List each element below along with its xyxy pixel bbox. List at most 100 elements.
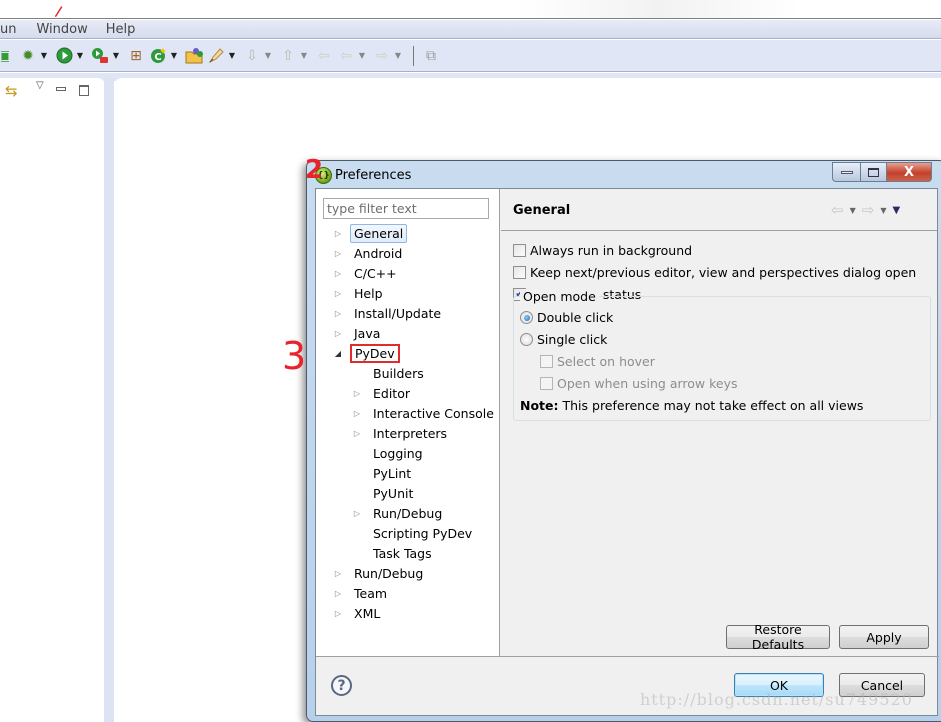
minimize-button[interactable] bbox=[832, 162, 860, 182]
always-run-background-checkbox[interactable] bbox=[513, 244, 526, 257]
tree-item[interactable]: ▷ Help bbox=[332, 283, 387, 303]
tree-item[interactable]: ▷ Install/Update bbox=[332, 303, 445, 323]
tree-item[interactable]: ▷ Team bbox=[332, 583, 391, 603]
expand-arrow-icon[interactable]: ▷ bbox=[351, 509, 363, 518]
restore-defaults-button[interactable]: Restore Defaults bbox=[726, 622, 830, 652]
tree-item-label: Run/Debug bbox=[354, 565, 424, 581]
search-dropdown[interactable]: ▼ bbox=[227, 46, 237, 66]
new-class-dropdown[interactable]: ▼ bbox=[169, 46, 179, 66]
tree-item[interactable]: ▷ Interpreters bbox=[351, 423, 451, 443]
expand-arrow-icon[interactable]: ▷ bbox=[332, 569, 344, 578]
page-title: General bbox=[513, 203, 571, 218]
tree-item[interactable]: ▷ Editor bbox=[351, 383, 414, 403]
menu-help[interactable]: Help bbox=[98, 22, 144, 37]
expand-arrow-icon[interactable]: ▷ bbox=[332, 289, 344, 298]
apply-button[interactable]: Apply bbox=[839, 625, 929, 649]
external-tools-icon[interactable] bbox=[90, 46, 110, 66]
new-wizard-icon[interactable]: ▣ bbox=[1, 46, 9, 66]
back-history-dropdown[interactable]: ▼ bbox=[850, 206, 856, 215]
expand-arrow-icon[interactable]: ▷ bbox=[332, 249, 344, 258]
filter-input[interactable] bbox=[323, 198, 489, 219]
maximize-button[interactable] bbox=[860, 162, 886, 182]
tree-item[interactable]: ▷ Run/Debug bbox=[332, 563, 427, 583]
double-click-radio[interactable] bbox=[520, 311, 533, 324]
menu-run[interactable]: un bbox=[0, 22, 24, 37]
maximize-icon[interactable] bbox=[79, 85, 89, 96]
tree-item[interactable]: PyUnit bbox=[351, 483, 417, 503]
expand-arrow-icon[interactable]: ▷ bbox=[332, 269, 344, 278]
run-icon[interactable] bbox=[54, 46, 74, 66]
expand-arrow-icon[interactable]: ▷ bbox=[351, 429, 363, 438]
single-click-option[interactable]: Single click bbox=[520, 332, 607, 347]
keep-dialog-open-option[interactable]: Keep next/previous editor, view and pers… bbox=[513, 265, 916, 280]
view-sash[interactable] bbox=[104, 78, 114, 722]
close-icon: X bbox=[903, 164, 915, 180]
tree-item[interactable]: ◢ PyDev bbox=[332, 343, 400, 363]
back-icon[interactable]: ⇦ bbox=[336, 46, 356, 66]
tree-item-label: Team bbox=[354, 585, 388, 601]
previous-annotation-icon[interactable]: ⇧ bbox=[278, 46, 298, 66]
collapse-arrow-icon[interactable]: ◢ bbox=[332, 349, 344, 358]
tree-item[interactable]: ▷ Android bbox=[332, 243, 406, 263]
debug-icon[interactable]: ✹ bbox=[18, 46, 38, 66]
minimize-icon[interactable] bbox=[56, 87, 66, 91]
next-annotation-dropdown[interactable]: ▼ bbox=[263, 46, 273, 66]
open-type-icon[interactable] bbox=[184, 46, 204, 66]
tree-item-label: XML bbox=[354, 605, 381, 621]
double-click-option[interactable]: Double click bbox=[520, 310, 613, 325]
tree-item-label: Task Tags bbox=[373, 545, 432, 561]
new-class-icon[interactable]: C bbox=[148, 46, 168, 66]
tree-item[interactable]: Logging bbox=[351, 443, 427, 463]
tree-item[interactable]: Builders bbox=[351, 363, 428, 383]
view-menu-icon[interactable]: ▽ bbox=[36, 80, 44, 91]
external-tools-dropdown[interactable]: ▼ bbox=[111, 46, 121, 66]
page-menu-icon[interactable]: ▼ bbox=[892, 205, 900, 216]
last-edit-location-icon[interactable]: ⇦ bbox=[314, 46, 334, 66]
open-mode-group: Open mode Double click Single click Sele… bbox=[513, 289, 931, 421]
tree-item-label: Interactive Console bbox=[373, 405, 494, 421]
search-icon[interactable] bbox=[206, 46, 226, 66]
expand-arrow-icon[interactable]: ▷ bbox=[351, 389, 363, 398]
tree-item[interactable]: Scripting PyDev bbox=[351, 523, 476, 543]
desktop-top-area bbox=[0, 0, 941, 19]
toolbar-separator bbox=[413, 45, 414, 66]
open-arrow-keys-checkbox bbox=[540, 377, 553, 390]
run-dropdown[interactable]: ▼ bbox=[75, 46, 85, 66]
always-run-background-option[interactable]: Always run in background bbox=[513, 243, 692, 258]
expand-arrow-icon[interactable]: ▷ bbox=[332, 229, 344, 238]
tree-item[interactable]: Task Tags bbox=[351, 543, 436, 563]
tree-item[interactable]: ▷ Run/Debug bbox=[351, 503, 446, 523]
expand-arrow-icon[interactable]: ▷ bbox=[351, 409, 363, 418]
next-annotation-icon[interactable]: ⇩ bbox=[242, 46, 262, 66]
previous-annotation-dropdown[interactable]: ▼ bbox=[299, 46, 309, 66]
menu-window[interactable]: Window bbox=[28, 22, 95, 37]
tree-item[interactable]: ▷ XML bbox=[332, 603, 384, 623]
keep-dialog-open-checkbox[interactable] bbox=[513, 266, 526, 279]
close-button[interactable]: X bbox=[886, 162, 932, 182]
tree-item-label: PyUnit bbox=[373, 485, 414, 501]
back-icon[interactable]: ⇦ bbox=[831, 201, 844, 219]
forward-history-dropdown[interactable]: ▼ bbox=[880, 206, 886, 215]
forward-icon[interactable]: ⇨ bbox=[862, 201, 875, 219]
expand-arrow-icon[interactable]: ▷ bbox=[332, 329, 344, 338]
new-project-icon[interactable]: ⊞ bbox=[126, 46, 146, 66]
select-on-hover-checkbox bbox=[540, 355, 553, 368]
expand-arrow-icon[interactable]: ▷ bbox=[332, 589, 344, 598]
tree-item[interactable]: ▷ C/C++ bbox=[332, 263, 401, 283]
tree-item[interactable]: PyLint bbox=[351, 463, 415, 483]
single-click-radio[interactable] bbox=[520, 333, 533, 346]
pin-editor-icon[interactable]: ⧉ bbox=[421, 46, 441, 66]
forward-dropdown[interactable]: ▼ bbox=[393, 46, 403, 66]
expand-arrow-icon[interactable]: ▷ bbox=[332, 309, 344, 318]
tree-item[interactable]: ▷ General bbox=[332, 223, 408, 243]
tree-item[interactable]: ▷ Interactive Console bbox=[351, 403, 498, 423]
dialog-client-area: ▷ General ▷ Android ▷ C/C++ ▷ Help ▷ Install/Upda… bbox=[315, 188, 939, 716]
back-dropdown[interactable]: ▼ bbox=[357, 46, 367, 66]
debug-dropdown[interactable]: ▼ bbox=[39, 46, 49, 66]
link-with-editor-icon[interactable]: ⇆ bbox=[5, 82, 18, 100]
tree-item-label: Builders bbox=[373, 365, 424, 381]
help-icon[interactable]: ? bbox=[331, 675, 352, 696]
expand-arrow-icon[interactable]: ▷ bbox=[332, 609, 344, 618]
tree-item[interactable]: ▷ Java bbox=[332, 323, 384, 343]
forward-icon[interactable]: ⇨ bbox=[372, 46, 392, 66]
